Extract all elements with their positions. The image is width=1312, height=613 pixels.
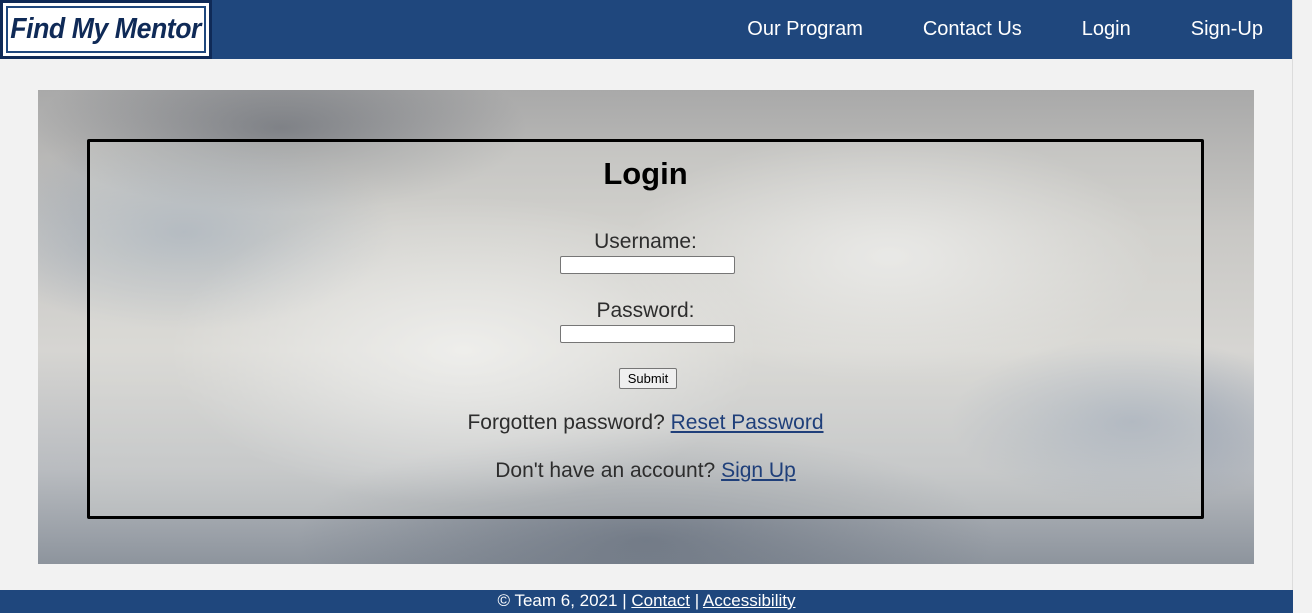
logo-frame: Find My Mentor xyxy=(6,6,206,53)
copyright-text: © Team 6, 2021 xyxy=(497,591,618,610)
password-label: Password: xyxy=(596,299,695,322)
forgot-password-text: Forgotten password? xyxy=(467,411,665,434)
page: Find My Mentor Our Program Contact Us Lo… xyxy=(0,0,1312,613)
username-label: Username: xyxy=(594,230,697,253)
no-account-text: Don't have an account? xyxy=(495,459,716,482)
signup-line: Don't have an account? Sign Up xyxy=(90,459,1201,483)
scrollbar[interactable] xyxy=(1292,0,1312,590)
login-form: Login Username: Password: Submit Forgott… xyxy=(87,139,1204,519)
forgot-password-line: Forgotten password? Reset Password xyxy=(90,411,1201,435)
nav-login[interactable]: Login xyxy=(1082,18,1131,41)
main-nav: Our Program Contact Us Login Sign-Up xyxy=(687,0,1263,59)
footer-separator: | xyxy=(694,591,700,610)
cloud-background: Login Username: Password: Submit Forgott… xyxy=(38,90,1254,564)
submit-button[interactable]: Submit xyxy=(619,368,677,389)
logo[interactable]: Find My Mentor xyxy=(0,0,212,59)
nav-our-program[interactable]: Our Program xyxy=(747,18,863,41)
footer-accessibility-link[interactable]: Accessibility xyxy=(703,591,796,610)
nav-contact-us[interactable]: Contact Us xyxy=(923,18,1022,41)
sign-up-link[interactable]: Sign Up xyxy=(721,459,796,482)
login-title: Login xyxy=(603,156,688,191)
footer-contact-link[interactable]: Contact xyxy=(631,591,690,610)
reset-password-link[interactable]: Reset Password xyxy=(671,411,824,434)
username-input[interactable] xyxy=(560,256,735,274)
logo-text: Find My Mentor xyxy=(10,13,202,45)
footer-separator: | xyxy=(622,591,627,610)
nav-sign-up[interactable]: Sign-Up xyxy=(1191,18,1263,41)
top-navbar: Find My Mentor Our Program Contact Us Lo… xyxy=(0,0,1293,59)
password-input[interactable] xyxy=(560,325,735,343)
footer: © Team 6, 2021 | Contact | Accessibility xyxy=(0,590,1293,613)
